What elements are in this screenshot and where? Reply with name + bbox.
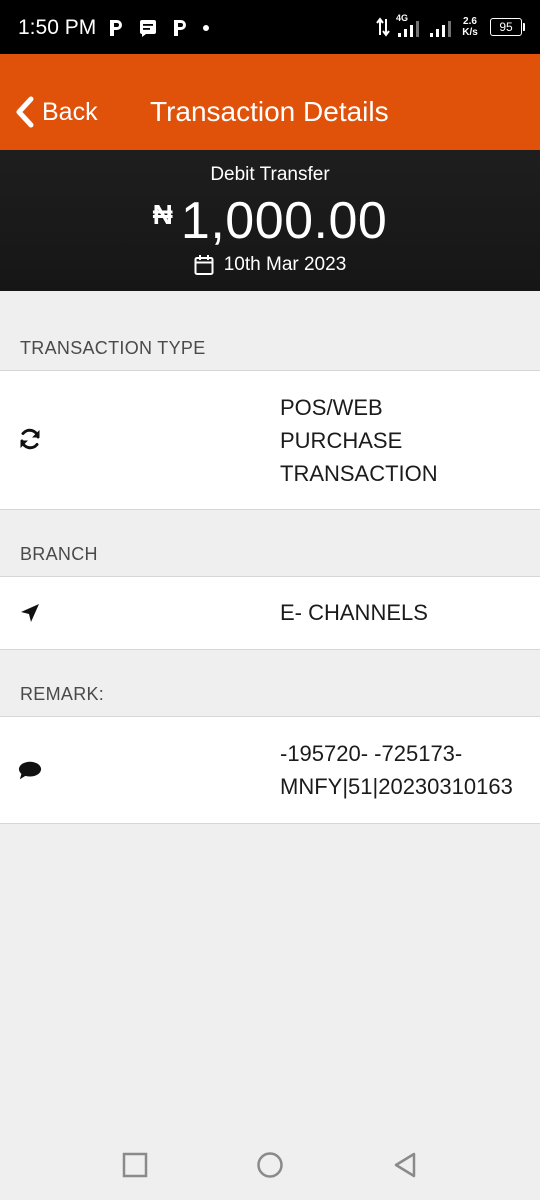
remark-header: REMARK:: [0, 649, 540, 717]
transaction-type-value: POS/WEB PURCHASE TRANSACTION: [280, 395, 438, 486]
branch-header: BRANCH: [0, 509, 540, 577]
message-icon: [140, 20, 156, 37]
battery-indicator: 95: [490, 18, 525, 36]
chevron-left-icon: [16, 96, 34, 128]
remark-value: -195720- -725173- MNFY|51|20230310163: [280, 737, 540, 803]
page-title: Transaction Details: [150, 96, 389, 127]
p-app-icon: [110, 20, 122, 36]
speed-value: 2.6: [463, 16, 477, 27]
calendar-icon: [194, 255, 214, 275]
transaction-type-header: TRANSACTION TYPE: [0, 291, 540, 371]
transaction-date: 10th Mar 2023: [223, 254, 347, 275]
triangle-back-icon: [394, 1152, 416, 1178]
recent-apps-button[interactable]: [118, 1148, 152, 1182]
app-bar: Back Transaction Details: [0, 54, 540, 150]
status-right: 4G 2.6 K/s 95: [376, 10, 525, 44]
signal-4g-icon: 4G: [396, 13, 422, 39]
home-button[interactable]: [253, 1148, 287, 1182]
branch-row: E- CHANNELS: [0, 576, 540, 650]
currency-symbol: ₦: [152, 199, 173, 230]
transaction-kind: Debit Transfer: [210, 164, 330, 185]
remark-line-2: MNFY|51|20230310163: [280, 774, 513, 799]
back-nav-button[interactable]: [388, 1148, 422, 1182]
remark-row: -195720- -725173- MNFY|51|20230310163: [0, 716, 540, 824]
p-app-icon: [174, 20, 186, 36]
speed-unit: K/s: [462, 27, 478, 38]
square-icon: [122, 1152, 148, 1178]
transaction-amount: 1,000.00: [180, 192, 388, 250]
system-nav-bar: [0, 1128, 540, 1200]
location-arrow-icon: [18, 601, 42, 625]
transaction-type-row: POS/WEB PURCHASE TRANSACTION: [0, 370, 540, 510]
remark-line-1: -195720- -725173-: [280, 741, 463, 766]
dot-icon: [203, 25, 209, 31]
amount-row: ₦ 1,000.00: [0, 192, 540, 250]
notification-icons: [108, 14, 210, 42]
branch-value: E- CHANNELS: [280, 600, 428, 625]
transaction-type-label: TRANSACTION TYPE: [20, 338, 206, 358]
network-speed: 2.6 K/s: [458, 16, 482, 38]
back-button[interactable]: Back: [14, 96, 98, 128]
transaction-summary: Debit Transfer ₦ 1,000.00 10th Mar 2023: [0, 150, 540, 291]
refresh-icon: [18, 427, 42, 451]
branch-label: BRANCH: [20, 544, 98, 564]
remark-label: REMARK:: [20, 684, 105, 704]
comment-icon: [18, 759, 42, 783]
data-transfer-icon: [376, 17, 390, 37]
date-row: 10th Mar 2023: [0, 252, 540, 278]
circle-icon: [257, 1152, 283, 1178]
back-label: Back: [42, 97, 98, 126]
status-time: 1:50 PM: [18, 16, 97, 39]
signal-icon: [430, 21, 451, 37]
status-bar: 1:50 PM 4G 2.6 K/s 95: [0, 0, 540, 54]
